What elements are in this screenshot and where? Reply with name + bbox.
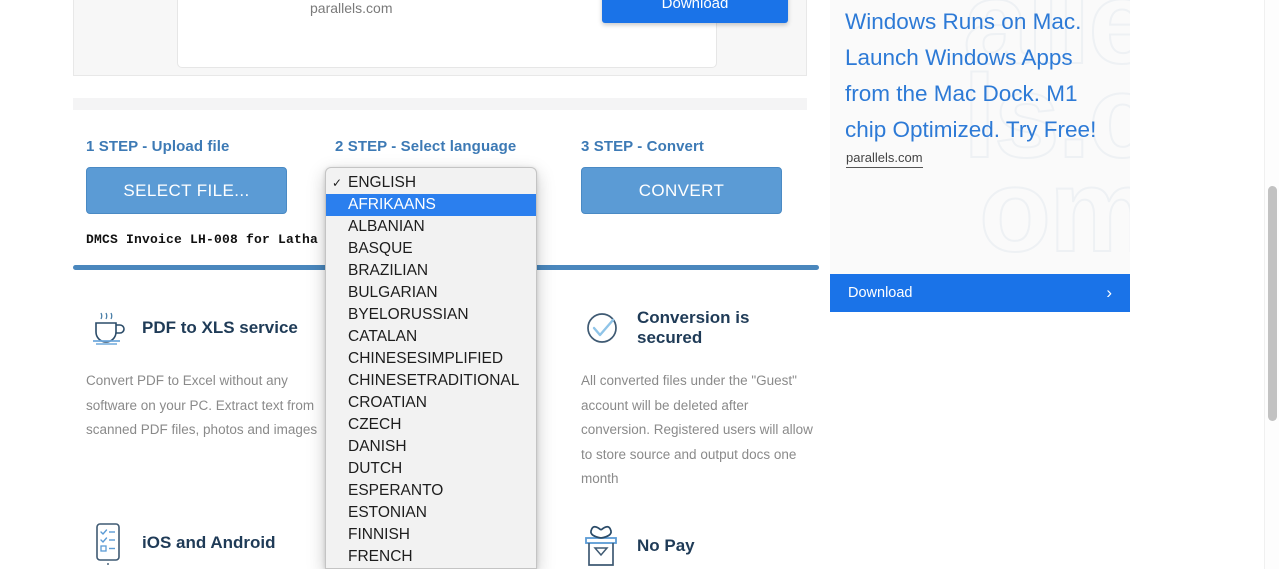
top-ad-download-button[interactable]: Download: [602, 0, 788, 23]
feature-title: iOS and Android: [142, 533, 276, 553]
language-option[interactable]: CROATIAN: [326, 392, 536, 414]
language-option[interactable]: ENGLISH: [326, 172, 536, 194]
feature-ios-android: iOS and Android: [86, 520, 336, 566]
feature-body: All converted files under the "Guest" ac…: [581, 373, 813, 486]
language-dropdown-popup[interactable]: ENGLISHAFRIKAANSALBANIANBASQUEBRAZILIANB…: [325, 167, 537, 569]
select-file-button[interactable]: SELECT FILE...: [86, 167, 287, 214]
mobile-checklist-icon: [86, 520, 132, 566]
language-option[interactable]: FINNISH: [326, 524, 536, 546]
step-2-title: 2 STEP - Select language: [335, 138, 517, 155]
sidebar-ad-headline[interactable]: Windows Runs on Mac. Launch Windows Apps…: [845, 4, 1115, 148]
language-option[interactable]: DUTCH: [326, 458, 536, 480]
language-option[interactable]: DANISH: [326, 436, 536, 458]
feature-title: PDF to XLS service: [142, 318, 298, 338]
section-spacer: [73, 98, 807, 110]
feature-pdf-to-xls: PDF to XLS service Convert PDF to Excel …: [86, 305, 336, 443]
feature-title: Conversion is secured: [637, 308, 750, 347]
language-option[interactable]: ESPERANTO: [326, 480, 536, 502]
language-option[interactable]: BULGARIAN: [326, 282, 536, 304]
feature-body: Convert PDF to Excel without any softwar…: [86, 373, 318, 437]
step-2-select-language: 2 STEP - Select language: [335, 138, 565, 167]
language-option[interactable]: FRENCH: [326, 546, 536, 568]
sidebar-ad-download-button[interactable]: Download ›: [830, 274, 1130, 312]
selected-file-name: DMCS Invoice LH-008 for Latha P: [86, 232, 335, 247]
language-option[interactable]: CHINESETRADITIONAL: [326, 370, 536, 392]
page-scrollbar-thumb[interactable]: [1268, 186, 1277, 421]
step-3-title: 3 STEP - Convert: [581, 138, 705, 155]
feature-no-pay: No Pay: [581, 523, 813, 569]
gift-box-icon: [581, 523, 627, 569]
sidebar-ad-url[interactable]: parallels.com: [846, 150, 923, 168]
page-scrollbar[interactable]: [1264, 0, 1279, 569]
language-option[interactable]: AFRIKAANS: [326, 194, 536, 216]
top-ad-url[interactable]: parallels.com: [310, 0, 392, 16]
chevron-right-icon: ›: [1106, 283, 1112, 302]
language-option[interactable]: ESTONIAN: [326, 502, 536, 524]
step-1-upload: 1 STEP - Upload file SELECT FILE...: [86, 138, 301, 214]
step-1-title: 1 STEP - Upload file: [86, 138, 230, 155]
sidebar-ad[interactable]: Par alle ls.c om Windows Runs on Mac. La…: [830, 0, 1130, 312]
feature-title: No Pay: [637, 536, 695, 556]
language-option[interactable]: CZECH: [326, 414, 536, 436]
language-option[interactable]: ALBANIAN: [326, 216, 536, 238]
step-3-convert: 3 STEP - Convert CONVERT: [581, 138, 796, 214]
language-option[interactable]: BRAZILIAN: [326, 260, 536, 282]
top-ad-iframe: parallels.com Download: [73, 0, 807, 76]
top-ad-card[interactable]: parallels.com Download: [177, 0, 788, 68]
sidebar-ad-cta-label: Download: [848, 285, 913, 301]
convert-button[interactable]: CONVERT: [581, 167, 782, 214]
feature-conversion-secured: Conversion is secured All converted file…: [581, 305, 813, 492]
language-option[interactable]: BYELORUSSIAN: [326, 304, 536, 326]
language-option[interactable]: CATALAN: [326, 326, 536, 348]
language-option[interactable]: BASQUE: [326, 238, 536, 260]
language-option[interactable]: CHINESESIMPLIFIED: [326, 348, 536, 370]
check-circle-icon: [581, 305, 627, 351]
coffee-cup-icon: [86, 305, 132, 351]
